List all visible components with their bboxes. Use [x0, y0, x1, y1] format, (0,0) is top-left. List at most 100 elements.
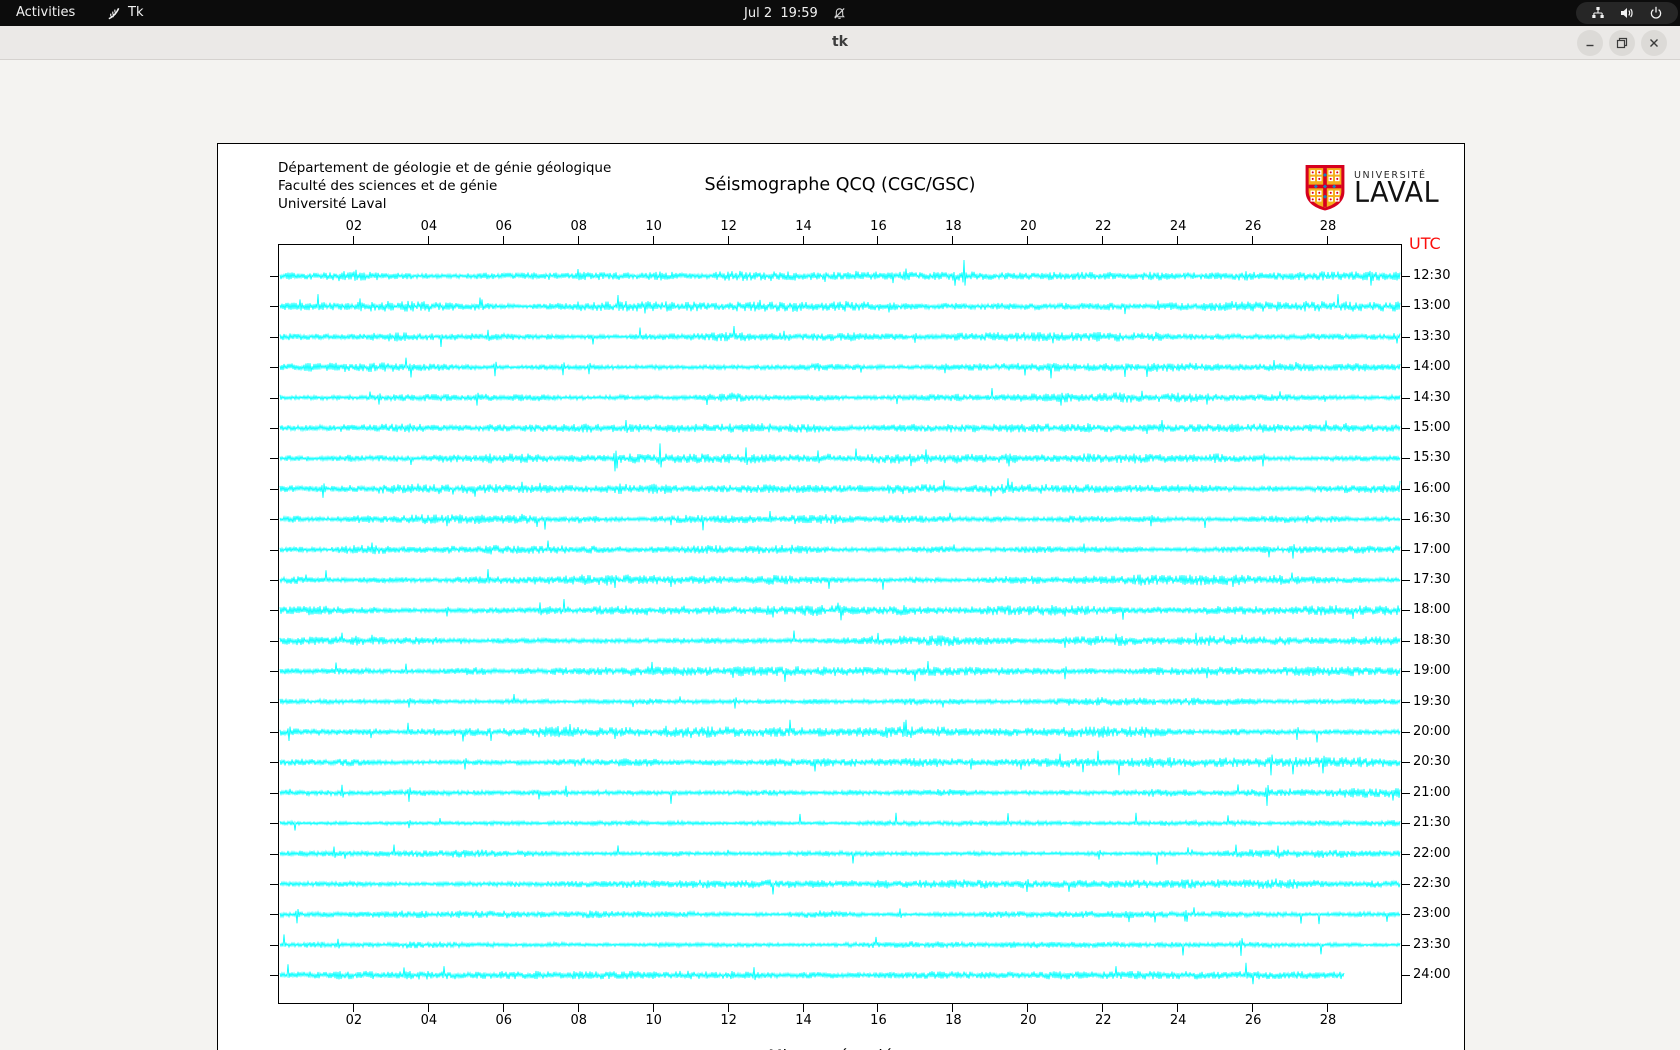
clock-menu-button[interactable]: Jul 2 19:59: [744, 0, 847, 26]
trace-tick-left: [270, 792, 278, 794]
x-tick-label-bottom: 12: [720, 1013, 737, 1028]
trace-tick-left: [270, 397, 278, 399]
x-tick-bottom: [952, 1004, 954, 1012]
trace-tick-left: [270, 519, 278, 521]
trace-row-2200: [279, 844, 1401, 865]
x-tick-bottom: [1327, 1004, 1329, 1012]
x-tick-top: [352, 236, 354, 244]
trace-row-1430: [279, 388, 1401, 406]
trace-row-1500: [279, 419, 1401, 435]
tk-feather-icon: [108, 7, 120, 19]
minimize-icon: [1586, 44, 1594, 47]
utc-time-label: 22:00: [1413, 845, 1451, 861]
x-tick-label-top: 12: [720, 219, 737, 234]
institution-line: Université Laval: [278, 196, 387, 212]
network-wired-icon: [1592, 7, 1605, 18]
x-tick-label-bottom: 10: [645, 1013, 662, 1028]
restore-window-icon: [1616, 37, 1628, 49]
seismograph-canvas: Département de géologie et de génie géol…: [217, 143, 1465, 1050]
x-tick-bottom: [502, 1004, 504, 1012]
trace-tick-left: [270, 428, 278, 429]
x-tick-bottom: [652, 1004, 654, 1012]
trace-tick-right: [1402, 701, 1410, 703]
trace-row-2130: [279, 812, 1401, 831]
utc-time-label: 13:30: [1413, 328, 1451, 344]
utc-label: UTC: [1409, 234, 1441, 253]
trace-tick-left: [270, 884, 278, 885]
utc-time-label: 23:30: [1413, 936, 1451, 952]
close-icon: [1650, 39, 1658, 47]
trace-tick-right: [1402, 336, 1410, 338]
x-tick-top: [1102, 236, 1104, 244]
x-tick-bottom: [802, 1004, 804, 1012]
trace-row-1330: [279, 325, 1401, 348]
utc-time-label: 16:00: [1413, 480, 1451, 496]
x-tick-top: [1252, 236, 1254, 244]
screen: Activities Tk Jul 2 19:59 tk Département…: [0, 0, 1680, 1050]
x-tick-bottom: [1102, 1004, 1104, 1012]
minimize-button[interactable]: [1577, 30, 1603, 56]
x-tick-label-top: 06: [495, 219, 513, 234]
x-tick-label-bottom: 22: [1094, 1013, 1112, 1028]
trace-tick-right: [1402, 853, 1410, 855]
x-tick-label-top: 22: [1094, 219, 1112, 234]
x-tick-label-top: 20: [1020, 219, 1037, 234]
seismogram-traces: [279, 259, 1401, 985]
trace-tick-left: [270, 306, 278, 308]
utc-time-label: 14:00: [1413, 359, 1451, 375]
trace-tick-left: [270, 944, 278, 946]
trace-tick-left: [270, 336, 278, 338]
x-tick-top: [577, 236, 579, 244]
trace-row-1900: [279, 661, 1401, 682]
x-tick-label-bottom: 14: [795, 1013, 812, 1028]
trace-tick-right: [1402, 823, 1410, 825]
utc-time-label: 17:30: [1413, 572, 1451, 587]
plot-title: Séismographe QCQ (CGC/GSC): [704, 175, 976, 195]
trace-tick-right: [1402, 792, 1410, 794]
trace-tick-right: [1402, 580, 1410, 581]
power-icon: [1650, 6, 1661, 19]
x-tick-label-bottom: 26: [1244, 1013, 1262, 1028]
activities-button[interactable]: Activities: [16, 0, 75, 26]
trace-tick-left: [270, 640, 278, 642]
trace-tick-left: [270, 671, 278, 673]
trace-tick-left: [270, 458, 278, 460]
utc-time-label: 20:30: [1413, 754, 1451, 770]
trace-tick-left: [270, 276, 278, 277]
trace-tick-right: [1402, 276, 1410, 277]
app-menu-label: Tk: [128, 5, 144, 20]
maximize-button[interactable]: [1609, 30, 1635, 56]
x-tick-label-bottom: 06: [495, 1013, 513, 1028]
trace-tick-right: [1402, 884, 1410, 885]
utc-time-label: 18:30: [1413, 632, 1451, 648]
x-tick-label-bottom: 08: [570, 1013, 587, 1028]
trace-tick-right: [1402, 944, 1410, 946]
trace-tick-left: [270, 762, 278, 764]
x-tick-bottom: [1252, 1004, 1254, 1012]
x-tick-bottom: [427, 1004, 429, 1012]
utc-time-label: 12:30: [1413, 268, 1451, 283]
x-tick-top: [427, 236, 429, 244]
notifications-muted-icon: [833, 7, 845, 19]
close-button[interactable]: [1641, 30, 1667, 56]
system-status-area[interactable]: [1576, 2, 1678, 24]
universite-laval-logo: UNIVERSITÉ LAVAL: [1304, 164, 1439, 211]
x-tick-label-top: 18: [945, 219, 962, 234]
trace-row-2330: [279, 934, 1401, 956]
window-content: Département de géologie et de génie géol…: [0, 60, 1680, 1050]
x-tick-label-bottom: 16: [870, 1013, 887, 1028]
window-titlebar[interactable]: tk: [0, 26, 1680, 60]
trace-row-1230: [279, 259, 1401, 286]
trace-row-2000: [279, 719, 1401, 743]
x-tick-bottom: [1027, 1004, 1029, 1012]
x-tick-top: [1027, 236, 1029, 244]
utc-time-label: 19:00: [1413, 663, 1451, 679]
x-tick-top: [1177, 236, 1179, 244]
trace-tick-right: [1402, 914, 1410, 916]
volume-icon: [1620, 8, 1633, 18]
utc-time-label: 23:00: [1413, 906, 1451, 922]
app-menu-button[interactable]: Tk: [106, 0, 143, 26]
trace-row-1700: [279, 540, 1401, 559]
utc-time-label: 18:00: [1413, 602, 1451, 618]
trace-tick-right: [1402, 306, 1410, 308]
